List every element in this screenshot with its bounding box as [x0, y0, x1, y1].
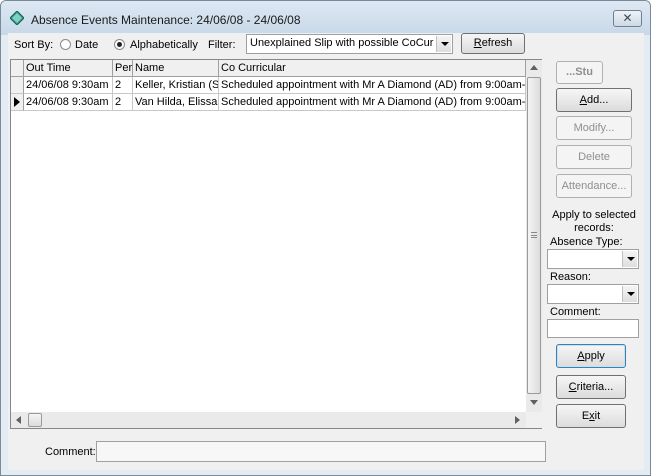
chevron-down-icon[interactable] [622, 286, 637, 302]
exit-button[interactable]: Exit [556, 404, 626, 428]
column-header-co-curricular[interactable]: Co Curricular [219, 60, 526, 77]
scrollbar-corner [526, 412, 542, 428]
close-icon: ✕ [622, 11, 633, 25]
add-button-label: Add... [579, 94, 609, 106]
app-diamond-icon [10, 11, 24, 25]
column-header-name[interactable]: Name [133, 60, 219, 77]
sort-alphabetically-radio[interactable] [114, 39, 125, 50]
table-cell[interactable]: Scheduled appointment with Mr A Diamond … [219, 77, 526, 94]
absence-type-label: Absence Type: [550, 236, 623, 248]
row-selector[interactable] [11, 94, 24, 111]
delete-button[interactable]: Delete [556, 145, 632, 169]
table-cell[interactable]: 2 [113, 77, 133, 94]
table-cell[interactable]: Scheduled appointment with Mr A Diamond … [219, 94, 526, 111]
table-cell[interactable]: 24/06/08 9:30am [24, 94, 113, 111]
footer-comment-field[interactable] [96, 441, 546, 462]
student-button-label: ...Stu [566, 66, 593, 78]
side-comment-label: Comment: [550, 306, 601, 318]
student-button[interactable]: ...Stu [556, 61, 603, 84]
table-row[interactable]: 24/06/08 9:30am 2 Van Hilda, Elissa Sche… [11, 94, 526, 111]
delete-button-label: Delete [578, 151, 610, 163]
column-header-per[interactable]: Per [113, 60, 133, 77]
exit-button-label: Exit [581, 410, 601, 422]
scroll-right-icon[interactable] [515, 416, 520, 424]
window-title: Absence Events Maintenance: 24/06/08 - 2… [31, 13, 301, 27]
row-selector[interactable] [11, 77, 24, 94]
attendance-button-label: Attendance... [561, 180, 627, 192]
criteria-button[interactable]: Criteria... [556, 375, 626, 399]
apply-button-label: Apply [577, 350, 605, 362]
add-button[interactable]: Add... [556, 88, 632, 112]
column-header-label: Co Curricular [221, 62, 286, 74]
table-row[interactable]: 24/06/08 9:30am 2 Keller, Kristian (S Sc… [11, 77, 526, 94]
scroll-up-icon[interactable] [530, 65, 538, 70]
sort-date-label[interactable]: Date [75, 39, 98, 51]
table-cell[interactable]: Keller, Kristian (S [133, 77, 219, 94]
chevron-down-icon[interactable] [622, 251, 637, 267]
apply-to-selected-label: Apply to selected records: [552, 209, 636, 234]
footer-comment-label: Comment: [45, 446, 96, 458]
modify-button-label: Modify... [573, 122, 615, 134]
chevron-down-icon[interactable] [436, 36, 451, 52]
sort-alphabetically-label[interactable]: Alphabetically [130, 39, 198, 51]
column-header-label: Per [115, 62, 133, 74]
title-bar: Absence Events Maintenance: 24/06/08 - 2… [1, 1, 650, 35]
criteria-button-label: Criteria... [568, 381, 614, 393]
scroll-down-icon[interactable] [530, 400, 538, 405]
sort-by-label: Sort By: [14, 39, 54, 51]
table-cell[interactable]: 2 [113, 94, 133, 111]
column-header-label: Out Time [26, 62, 71, 74]
table-cell[interactable]: 24/06/08 9:30am [24, 77, 113, 94]
refresh-button-label: Refresh [473, 37, 513, 49]
scroll-left-icon[interactable] [16, 416, 21, 424]
horizontal-scroll-thumb[interactable] [28, 413, 42, 427]
sort-date-radio[interactable] [60, 39, 71, 50]
apply-button[interactable]: Apply [556, 344, 626, 368]
filter-select[interactable]: Unexplained Slip with possible CoCurric [246, 34, 453, 54]
grip-icon [531, 232, 537, 238]
filter-label: Filter: [208, 39, 236, 51]
column-header-label: Name [135, 62, 165, 74]
horizontal-scrollbar[interactable] [11, 412, 526, 428]
attendance-button[interactable]: Attendance... [556, 174, 632, 198]
app-window: Absence Events Maintenance: 24/06/08 - 2… [0, 0, 651, 476]
absence-type-select[interactable] [547, 249, 639, 269]
row-selector-header [11, 60, 24, 77]
close-button[interactable]: ✕ [613, 10, 642, 27]
side-comment-input[interactable] [547, 319, 639, 338]
reason-select[interactable] [547, 284, 639, 304]
filter-value: Unexplained Slip with possible CoCurric [250, 37, 434, 49]
reason-label: Reason: [550, 271, 591, 283]
absence-events-grid[interactable]: Out Time Per Name Co Curricular 24/06/08… [10, 59, 542, 429]
modify-button[interactable]: Modify... [556, 116, 632, 140]
client-area: Sort By: Date Alphabetically Filter: Une… [8, 33, 644, 470]
column-header-out-time[interactable]: Out Time [24, 60, 113, 77]
current-row-arrow-icon [14, 97, 20, 107]
vertical-scrollbar[interactable] [526, 60, 542, 412]
vertical-scroll-thumb[interactable] [527, 77, 541, 394]
grid-header: Out Time Per Name Co Curricular [11, 60, 526, 77]
table-cell[interactable]: Van Hilda, Elissa [133, 94, 219, 111]
refresh-button[interactable]: Refresh [461, 33, 525, 54]
